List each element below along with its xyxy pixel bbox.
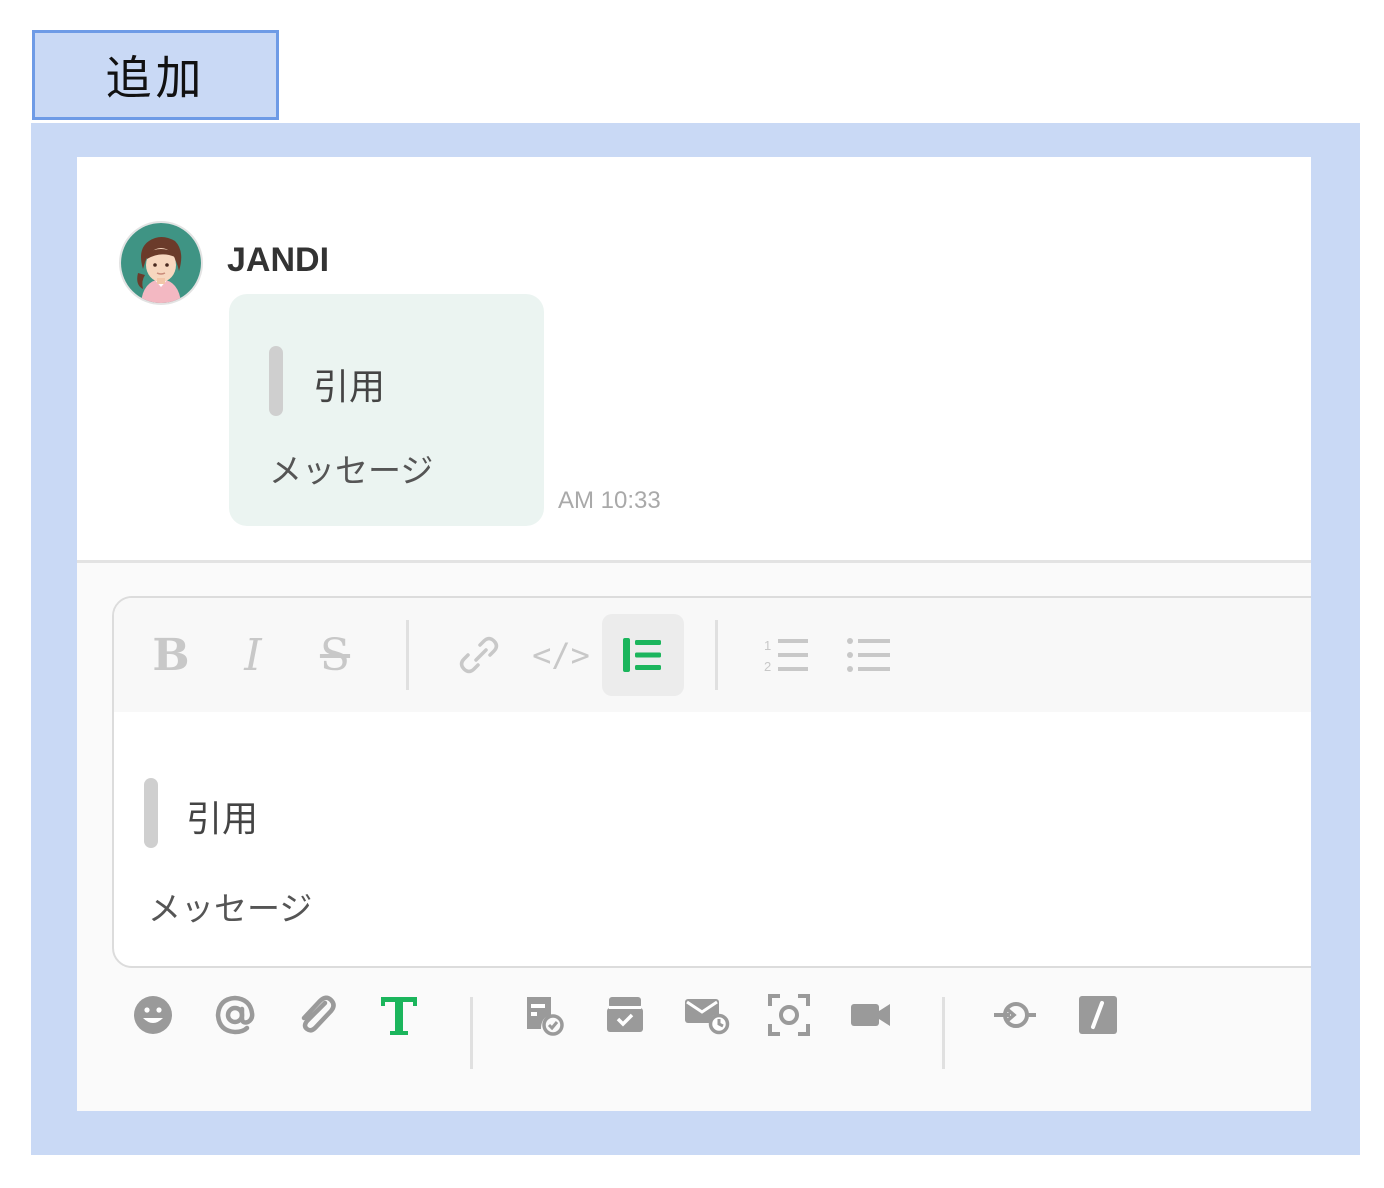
slash-command-button[interactable] [1070,987,1126,1043]
bold-button[interactable]: B [130,614,212,696]
italic-icon: I [244,629,262,681]
scheduled-mail-icon [685,999,730,1035]
toolbar-separator [715,620,718,690]
integration-button[interactable] [987,987,1043,1043]
text-format-icon [381,997,417,1035]
video-call-button[interactable] [843,987,899,1043]
blockquote-button[interactable] [602,614,684,696]
attachment-icon [301,995,336,1033]
message-body-text: メッセージ [269,451,434,490]
video-call-icon [851,1004,890,1026]
strikethrough-button[interactable]: S [294,614,376,696]
code-button[interactable]: </> [520,614,602,696]
bullet-list-button[interactable] [828,614,910,696]
mention-button[interactable] [207,987,263,1043]
format-toolbar: B I S </> 1 2 [114,598,1311,712]
blockquote-icon [623,638,661,672]
archive-button[interactable] [597,987,653,1043]
chat-panel: JANDI 引用 メッセージ AM 10:33 B I S </> 1 2 引用… [77,157,1311,1111]
link-button[interactable] [438,614,520,696]
ordered-list-icon: 1 2 [764,638,808,674]
integration-icon [994,1002,1036,1028]
todo-button[interactable] [515,987,571,1043]
message-bubble[interactable]: 引用 メッセージ [229,294,544,526]
add-label: 追加 [32,30,279,120]
code-icon: </> [532,636,590,674]
message-timestamp: AM 10:33 [558,487,661,514]
strikethrough-icon: S [319,629,351,681]
message-quote-text: 引用 [313,367,386,408]
screen-capture-button[interactable] [761,987,817,1043]
sender-avatar[interactable] [119,221,203,305]
editor-quote-bar [144,778,158,848]
slash-command-icon [1079,996,1117,1034]
text-format-button[interactable] [371,987,427,1043]
action-separator [942,997,945,1069]
emoji-icon [134,996,172,1034]
sender-name[interactable]: JANDI [227,241,329,280]
editor-body-text[interactable]: メッセージ [148,882,312,930]
editor-quote-text[interactable]: 引用 [186,790,258,842]
action-separator [470,997,473,1069]
svg-text:2: 2 [764,659,771,674]
ordered-list-button[interactable]: 1 2 [746,614,828,696]
attach-button[interactable] [289,987,345,1043]
quote-bar [269,346,283,416]
todo-icon [527,997,564,1036]
bullet-list-icon [847,638,890,672]
svg-text:1: 1 [764,638,771,653]
toolbar-separator [406,620,409,690]
bold-icon: B [152,629,190,681]
mention-icon [215,995,255,1035]
avatar-image [121,223,201,303]
italic-button[interactable]: I [212,614,294,696]
archive-icon [607,997,643,1032]
emoji-button[interactable] [125,987,181,1043]
screen-capture-icon [768,994,810,1036]
scheduled-mail-button[interactable] [679,987,735,1043]
message-editor[interactable]: B I S </> 1 2 引用 メッセージ [112,596,1311,968]
link-icon [459,636,499,674]
